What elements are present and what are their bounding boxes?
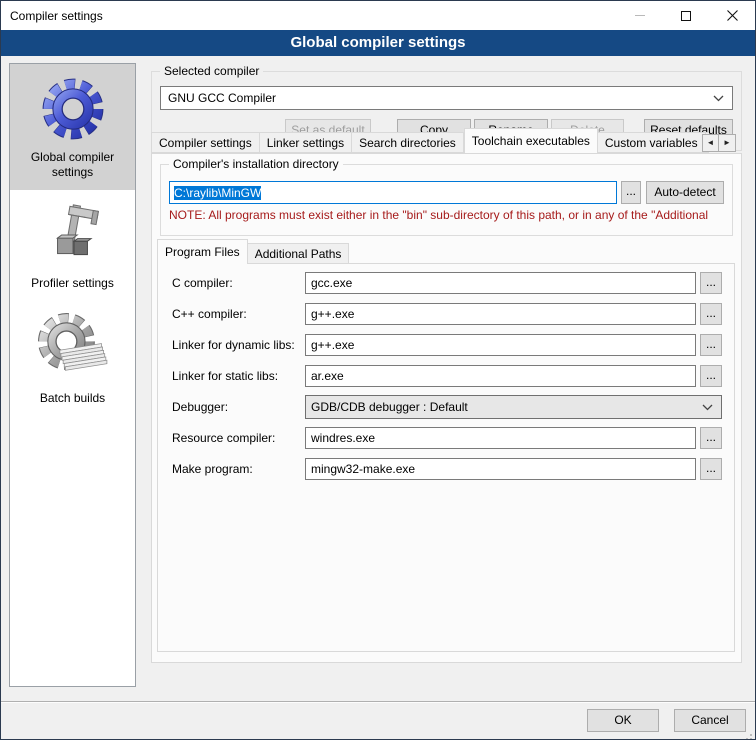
cpp-compiler-input[interactable]: g++.exe: [305, 303, 696, 325]
settings-category-list: Global compiler settings Profiler settin…: [9, 63, 136, 687]
field-label: Linker for dynamic libs:: [172, 338, 305, 352]
ok-button[interactable]: OK: [587, 709, 659, 732]
compiler-select[interactable]: GNU GCC Compiler: [160, 86, 733, 110]
field-row-cpp-compiler: C++ compiler: g++.exe ...: [172, 303, 722, 325]
sidebar-item-profiler-settings[interactable]: Profiler settings: [10, 190, 135, 301]
titlebar: Compiler settings: [1, 1, 755, 30]
field-value: ar.exe: [311, 369, 344, 383]
field-row-static-linker: Linker for static libs: ar.exe ...: [172, 365, 722, 387]
compiler-settings-dialog: Compiler settings Global compiler settin…: [0, 0, 756, 740]
field-row-dynamic-linker: Linker for dynamic libs: g++.exe ...: [172, 334, 722, 356]
field-row-c-compiler: C compiler: gcc.exe ...: [172, 272, 722, 294]
program-files-page: C compiler: gcc.exe ... C++ compiler: g+…: [157, 263, 735, 652]
field-label: C compiler:: [172, 276, 305, 290]
cpp-compiler-browse-button[interactable]: ...: [700, 303, 722, 325]
debugger-select[interactable]: GDB/CDB debugger : Default: [305, 395, 722, 419]
tab-scroll-right-button[interactable]: ►: [719, 134, 736, 152]
tab-compiler-settings[interactable]: Compiler settings: [151, 132, 260, 153]
selected-path-text: C:\raylib\MinGW: [174, 186, 261, 200]
compiler-tabs: Compiler settings Linker settings Search…: [151, 128, 709, 153]
tab-linker-settings[interactable]: Linker settings: [260, 132, 352, 153]
tab-scroll-left-button[interactable]: ◄: [702, 134, 719, 152]
resource-compiler-input[interactable]: windres.exe: [305, 427, 696, 449]
dynamic-linker-browse-button[interactable]: ...: [700, 334, 722, 356]
field-label: C++ compiler:: [172, 307, 305, 321]
chevron-down-icon: [713, 95, 724, 102]
chevron-down-icon: [702, 404, 713, 411]
field-row-make-program: Make program: mingw32-make.exe ...: [172, 458, 722, 480]
field-value: g++.exe: [311, 307, 354, 321]
browse-directory-button[interactable]: ...: [621, 181, 641, 204]
sidebar-item-label: Global compiler settings: [14, 150, 131, 180]
resize-grip[interactable]: [750, 734, 752, 736]
static-linker-input[interactable]: ar.exe: [305, 365, 696, 387]
field-value: g++.exe: [311, 338, 354, 352]
toolchain-executables-page: Compiler's installation directory C:\ray…: [151, 153, 742, 663]
make-program-browse-button[interactable]: ...: [700, 458, 722, 480]
maximize-icon: [681, 11, 691, 21]
sidebar-item-batch-builds[interactable]: Batch builds: [10, 301, 135, 416]
sidebar-item-label: Profiler settings: [31, 276, 114, 291]
tab-custom-variables[interactable]: Custom variables: [598, 132, 706, 153]
installation-directory-input[interactable]: C:\raylib\MinGW: [169, 181, 617, 204]
tab-scroll-buttons: ◄ ►: [702, 134, 736, 152]
maximize-button[interactable]: [663, 1, 709, 30]
field-label: Debugger:: [172, 400, 305, 414]
footer-divider: [1, 701, 755, 703]
gray-gear-stack-icon: [38, 313, 108, 383]
field-row-debugger: Debugger: GDB/CDB debugger : Default: [172, 396, 722, 418]
field-value: gcc.exe: [311, 276, 352, 290]
field-value: windres.exe: [311, 431, 375, 445]
installation-directory-group: Compiler's installation directory C:\ray…: [160, 164, 733, 236]
field-value: GDB/CDB debugger : Default: [311, 400, 702, 414]
c-compiler-input[interactable]: gcc.exe: [305, 272, 696, 294]
field-row-resource-compiler: Resource compiler: windres.exe ...: [172, 427, 722, 449]
field-label: Make program:: [172, 462, 305, 476]
compiler-select-value: GNU GCC Compiler: [168, 91, 713, 105]
minimize-button[interactable]: [617, 1, 663, 30]
auto-detect-button[interactable]: Auto-detect: [646, 181, 724, 204]
minimize-icon: [635, 15, 645, 16]
program-tabs: Program Files Additional Paths: [157, 239, 349, 264]
cancel-button[interactable]: Cancel: [674, 709, 746, 732]
group-legend: Compiler's installation directory: [169, 157, 343, 171]
blue-gear-icon: [40, 76, 106, 142]
close-button[interactable]: [709, 1, 755, 30]
tab-program-files[interactable]: Program Files: [157, 239, 248, 264]
window-title: Compiler settings: [1, 9, 617, 23]
page-title: Global compiler settings: [1, 30, 755, 56]
make-program-input[interactable]: mingw32-make.exe: [305, 458, 696, 480]
c-compiler-browse-button[interactable]: ...: [700, 272, 722, 294]
tab-toolchain-executables[interactable]: Toolchain executables: [464, 128, 598, 153]
static-linker-browse-button[interactable]: ...: [700, 365, 722, 387]
caliper-icon: [40, 202, 106, 268]
group-legend: Selected compiler: [160, 64, 263, 78]
bin-subdirectory-note: NOTE: All programs must exist either in …: [169, 208, 730, 222]
sidebar-item-label: Batch builds: [40, 391, 105, 406]
sidebar-item-global-compiler-settings[interactable]: Global compiler settings: [10, 64, 135, 190]
settings-content: Selected compiler GNU GCC Compiler Set a…: [146, 63, 749, 687]
field-label: Resource compiler:: [172, 431, 305, 445]
tab-search-directories[interactable]: Search directories: [352, 132, 464, 153]
field-value: mingw32-make.exe: [311, 462, 415, 476]
resource-compiler-browse-button[interactable]: ...: [700, 427, 722, 449]
tab-additional-paths[interactable]: Additional Paths: [248, 243, 350, 264]
dynamic-linker-input[interactable]: g++.exe: [305, 334, 696, 356]
field-label: Linker for static libs:: [172, 369, 305, 383]
close-icon: [727, 10, 738, 21]
installation-directory-row: C:\raylib\MinGW ... Auto-detect: [169, 181, 724, 204]
